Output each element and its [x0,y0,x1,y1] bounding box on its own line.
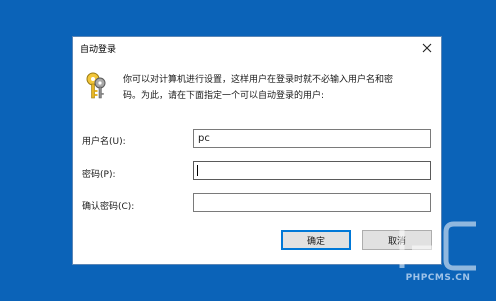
password-label: 密码(P): [82,170,116,180]
confirm-password-label: 确认密码(C): [82,202,135,212]
text-caret [197,165,198,176]
close-icon [422,43,432,53]
watermark-text: PHPCMS.CN [405,273,471,283]
keys-icon [86,72,106,99]
close-button[interactable] [413,37,441,59]
description-line-1: 你可以对计算机进行设置，这样用户在登录时就不必输入用户名和密 [123,75,394,85]
username-value: pc [198,133,210,144]
username-label: 用户名(U): [82,137,126,147]
dialog-title: 自动登录 [80,45,117,55]
password-field[interactable] [193,161,431,180]
description-text: 你可以对计算机进行设置，这样用户在登录时就不必输入用户名和密 码。为此，请在下面… [123,72,435,104]
confirm-password-field[interactable] [193,193,431,212]
ok-button[interactable]: 确定 [281,230,351,250]
ok-button-label: 确定 [306,236,325,247]
username-field[interactable]: pc [193,129,431,148]
autologon-dialog: 自动登录 你可以对计算机进行设置，这样用户在登录时就不必输入用户名和密 码。为此… [72,36,442,265]
title-bar[interactable]: 自动登录 [73,37,441,59]
description-line-2: 码。为此，请在下面指定一个可以自动登录的用户: [123,91,325,101]
